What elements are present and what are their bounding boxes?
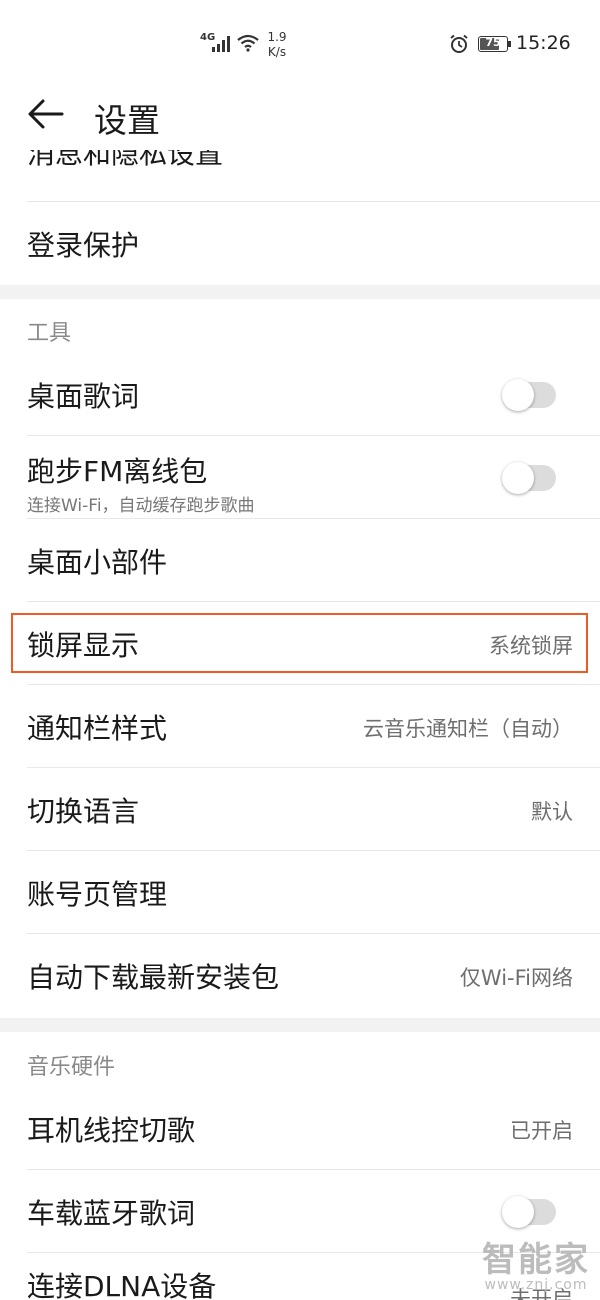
- settings-row-running-fm[interactable]: 跑步FM离线包 连接Wi-Fi，自动缓存跑步歌曲: [0, 436, 600, 519]
- row-value: 云音乐通知栏（自动）: [363, 717, 573, 741]
- running-fm-toggle[interactable]: [502, 462, 556, 494]
- row-value: 已开启: [510, 1119, 573, 1143]
- section-gap: [0, 285, 600, 299]
- settings-row-headset-control[interactable]: 耳机线控切歌 已开启: [0, 1087, 600, 1170]
- section-title-tools: 工具: [27, 321, 72, 346]
- toggle-knob: [502, 462, 534, 494]
- car-bluetooth-lyrics-toggle[interactable]: [502, 1196, 556, 1228]
- row-value: 仅Wi-Fi网络: [459, 966, 573, 990]
- highlight-box: [11, 613, 588, 673]
- app-header: 设置: [0, 80, 600, 150]
- row-label: 跑步FM离线包: [27, 455, 208, 488]
- row-label: 桌面小部件: [27, 546, 168, 579]
- watermark-text: 智能家: [482, 1240, 590, 1280]
- row-label: 车载蓝牙歌词: [27, 1197, 196, 1230]
- network-speed-value: 1.9: [267, 30, 287, 44]
- settings-row-language[interactable]: 切换语言 默认: [0, 768, 600, 851]
- status-bar: 4G 1.9 K/s 75 15:26: [0, 0, 600, 80]
- settings-row-auto-download[interactable]: 自动下载最新安装包 仅Wi-Fi网络: [0, 934, 600, 1017]
- row-label: 切换语言: [27, 795, 140, 828]
- row-subtitle: 连接Wi-Fi，自动缓存跑步歌曲: [27, 496, 255, 516]
- row-label: 登录保护: [27, 229, 140, 262]
- toggle-knob: [502, 1196, 534, 1228]
- settings-row-login-protection[interactable]: 登录保护: [0, 202, 600, 285]
- settings-row-desktop-widget[interactable]: 桌面小部件: [0, 519, 600, 602]
- settings-row-notification-style[interactable]: 通知栏样式 云音乐通知栏（自动）: [0, 685, 600, 768]
- desktop-lyrics-toggle[interactable]: [502, 379, 556, 411]
- row-label: 账号页管理: [27, 878, 168, 911]
- watermark-url: www.znj.com: [484, 1277, 588, 1293]
- wifi-icon: [237, 34, 259, 52]
- row-label: 桌面歌词: [27, 380, 140, 413]
- row-label: 自动下载最新安装包: [27, 961, 280, 994]
- section-gap: [0, 1018, 600, 1032]
- page-title: 设置: [94, 101, 160, 140]
- battery-icon: 75: [478, 36, 508, 52]
- row-label: 消息和隐私设置: [27, 150, 224, 170]
- back-arrow-icon: [28, 99, 64, 129]
- settings-row-account-page[interactable]: 账号页管理: [0, 851, 600, 934]
- back-button[interactable]: [26, 94, 66, 134]
- row-label: 耳机线控切歌: [27, 1114, 196, 1147]
- watermark-logo: 智能家 www.znj.com: [482, 1232, 590, 1293]
- row-label: 连接DLNA设备: [27, 1270, 217, 1300]
- clock: 15:26: [516, 32, 571, 54]
- row-label: 通知栏样式: [27, 712, 168, 745]
- battery-level: 75: [485, 36, 501, 49]
- toggle-knob: [502, 379, 534, 411]
- alarm-icon: [450, 34, 468, 53]
- settings-row-desktop-lyrics[interactable]: 桌面歌词: [0, 353, 600, 436]
- network-speed: 1.9 K/s: [264, 30, 290, 60]
- settings-row-message-privacy[interactable]: 消息和隐私设置: [0, 150, 600, 202]
- signal-bars-icon: [212, 36, 230, 52]
- section-title-music-hardware: 音乐硬件: [27, 1055, 116, 1080]
- row-value: 默认: [531, 800, 573, 824]
- battery-tip: [508, 41, 511, 47]
- network-speed-unit: K/s: [267, 45, 287, 59]
